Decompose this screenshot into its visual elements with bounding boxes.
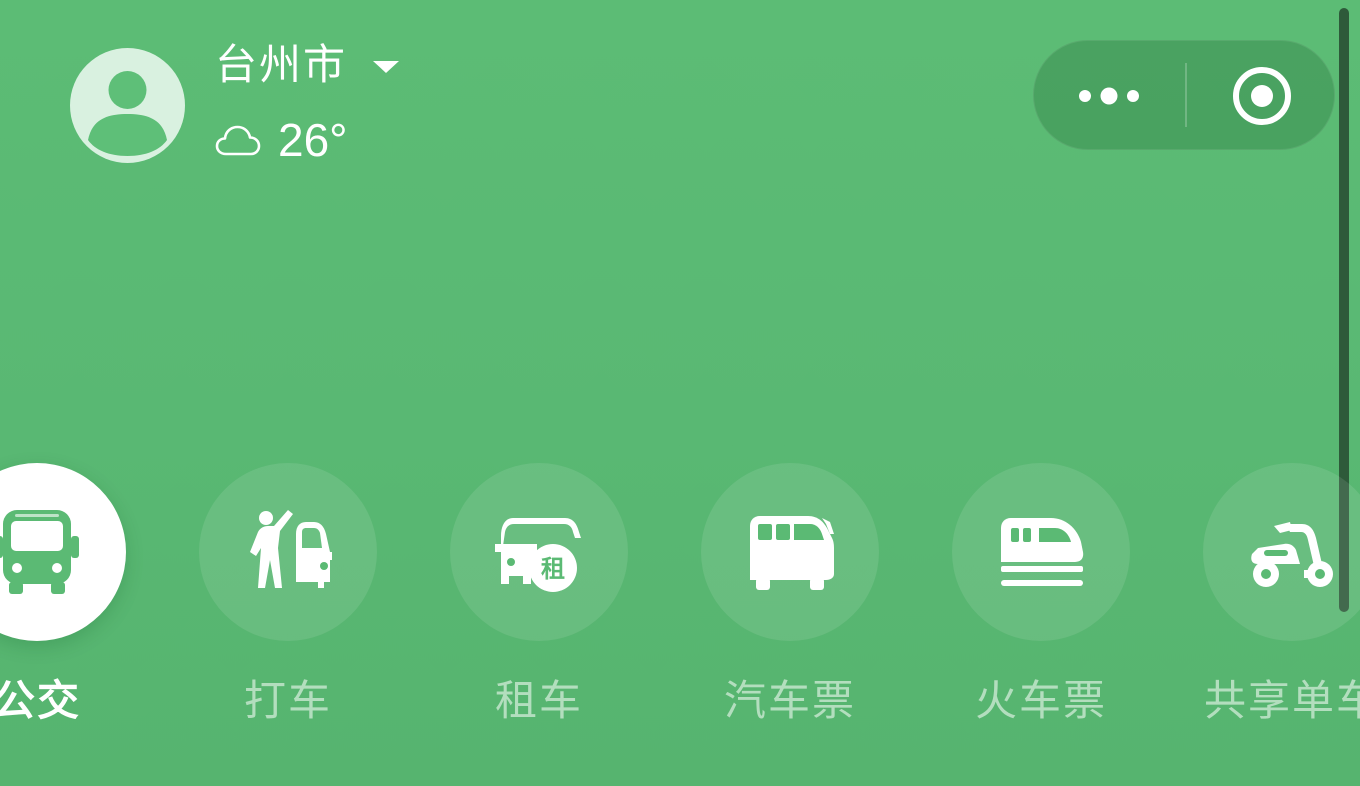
bus-icon: [0, 510, 79, 594]
service-bike-share-circle: [1203, 463, 1360, 641]
service-train-ticket-label: 火车票: [974, 676, 1107, 725]
service-taxi-label: 打车: [243, 676, 332, 725]
rent-badge-text: 租: [541, 555, 565, 583]
weather: 26°: [214, 110, 348, 170]
coach-icon: [750, 516, 834, 590]
mini-program-capsule: [1033, 40, 1335, 150]
service-bike-share-label: 共享单车: [1203, 676, 1360, 725]
more-dots-icon: [1079, 87, 1139, 105]
service-taxi[interactable]: 打车: [199, 463, 377, 733]
service-rent-car-label: 租车: [494, 676, 583, 725]
user-icon: [88, 71, 167, 156]
service-bike-share[interactable]: 共享单车: [1203, 463, 1360, 733]
service-coach-ticket-label: 汽车票: [723, 676, 856, 725]
city-selector[interactable]: 台州市: [215, 36, 400, 94]
service-rent-car-circle: 租: [450, 463, 628, 641]
rent-car-icon: 租: [495, 518, 581, 592]
service-coach-ticket-circle: [701, 463, 879, 641]
scooter-icon: [1251, 522, 1333, 587]
service-bus-circle: [0, 463, 126, 641]
close-button[interactable]: [1187, 41, 1336, 151]
caret-down-icon: [373, 61, 400, 73]
service-taxi-circle: [199, 463, 377, 641]
city-name: 台州市: [215, 40, 348, 89]
service-bus[interactable]: 公交: [0, 463, 126, 733]
hail-car-icon: [250, 510, 332, 588]
service-rent-car[interactable]: 租 租车: [450, 463, 628, 733]
avatar[interactable]: [70, 48, 185, 163]
target-close-icon: [1232, 67, 1291, 125]
service-train-ticket-circle: [952, 463, 1130, 641]
cloud-icon: [214, 122, 262, 158]
train-icon: [1001, 518, 1084, 586]
service-train-ticket[interactable]: 火车票: [952, 463, 1130, 733]
service-coach-ticket[interactable]: 汽车票: [701, 463, 879, 733]
more-button[interactable]: [1034, 41, 1184, 151]
service-bus-label: 公交: [0, 676, 81, 725]
temperature: 26°: [278, 114, 348, 166]
